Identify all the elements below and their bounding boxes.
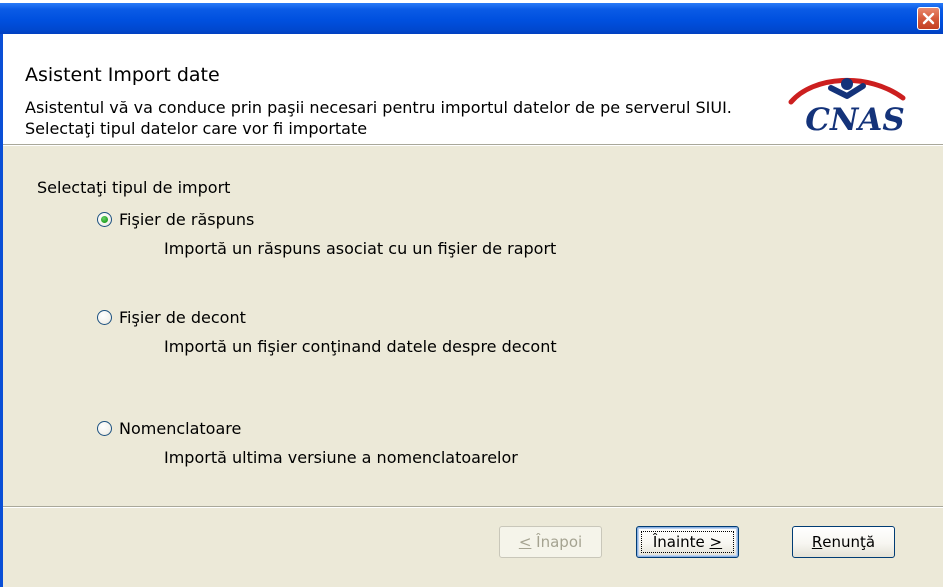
next-button[interactable]: Înainte > (636, 526, 739, 558)
back-button[interactable]: < Înapoi (499, 526, 602, 558)
close-icon (922, 12, 935, 25)
wizard-content: Selectaţi tipul de import Fişier de răsp… (3, 146, 943, 506)
option-raspuns-description: Importă un răspuns asociat cu un fişier … (164, 239, 557, 258)
cnas-logo: CNAS (788, 78, 906, 134)
back-mnemonic: < (518, 533, 532, 551)
option-nomenclatoare-description: Importă ultima versiune a nomenclatoarel… (164, 448, 518, 467)
cancel-button[interactable]: Renunţă (792, 526, 895, 558)
wizard-header: Asistent Import date Asistentul vă va co… (3, 34, 943, 144)
radio-raspuns[interactable] (97, 212, 112, 227)
wizard-description: Asistentul vă va conduce prin paşii nece… (25, 98, 732, 138)
import-type-prompt: Selectaţi tipul de import (37, 178, 231, 197)
cancel-mnemonic: R (811, 533, 823, 551)
option-nomenclatoare[interactable]: Nomenclatoare (97, 419, 241, 438)
title-bar[interactable] (0, 3, 943, 34)
option-decont-label[interactable]: Fişier de decont (119, 308, 246, 327)
focus-rect (641, 531, 734, 553)
wizard-footer: < Înapoi Înainte > Renunţă (3, 508, 943, 587)
logo-text: CNAS (805, 102, 904, 134)
option-nomenclatoare-label[interactable]: Nomenclatoare (119, 419, 241, 438)
option-decont-description: Importă un fişier conţinand datele despr… (164, 337, 557, 356)
cancel-label: enunţă (822, 533, 876, 551)
wizard-title: Asistent Import date (25, 64, 220, 86)
radio-decont[interactable] (97, 310, 112, 325)
radio-nomenclatoare[interactable] (97, 421, 112, 436)
option-raspuns-label[interactable]: Fişier de răspuns (119, 210, 254, 229)
option-decont[interactable]: Fişier de decont (97, 308, 246, 327)
option-raspuns[interactable]: Fişier de răspuns (97, 210, 254, 229)
back-label: Înapoi (531, 533, 583, 551)
close-button[interactable] (917, 7, 940, 30)
